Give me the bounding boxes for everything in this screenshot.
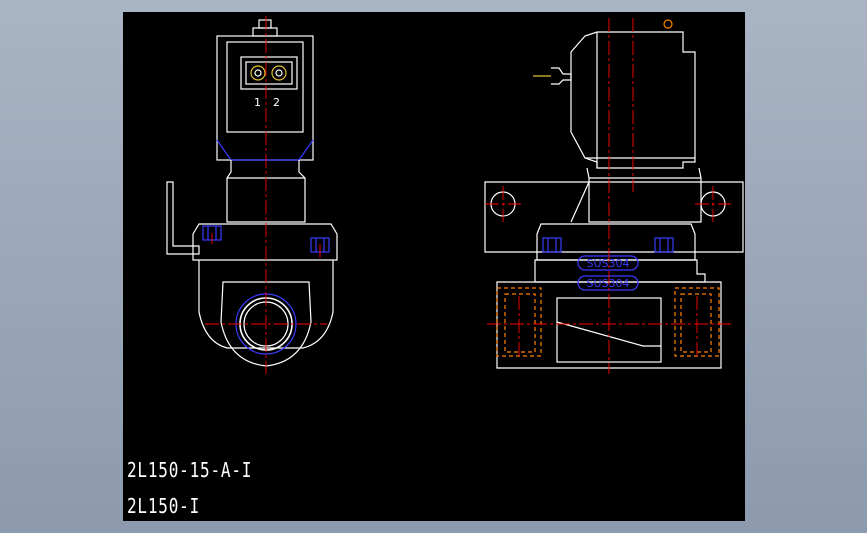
side-bolt-right bbox=[654, 237, 674, 253]
series-label: 2L150-I bbox=[127, 494, 201, 518]
side-centerlines bbox=[485, 18, 733, 374]
pin-1-inner bbox=[254, 69, 262, 77]
pin-2-circle bbox=[271, 65, 287, 81]
connector-pin-2-label: 2 bbox=[273, 96, 280, 109]
pin-1-circle bbox=[250, 65, 266, 81]
connector-pin-1-label: 1 bbox=[254, 96, 261, 109]
front-view: 1 2 bbox=[166, 16, 338, 374]
mounting-bracket bbox=[484, 181, 744, 253]
material-stamp-2: SUS304 bbox=[586, 277, 629, 290]
model-label: 2L150-15-A-I bbox=[127, 458, 253, 482]
side-neck-taper bbox=[570, 181, 590, 223]
side-view: SUS304 SUS304 bbox=[484, 18, 744, 374]
coil-housing-outline bbox=[216, 35, 314, 161]
connector-inner bbox=[245, 61, 293, 85]
material-stamp-1: SUS304 bbox=[586, 257, 629, 270]
cad-viewport[interactable]: 1 2 SUS304 SUS304 2L150-15-A-I 2L150-I bbox=[123, 12, 745, 521]
side-neck bbox=[586, 167, 702, 223]
terminal-ring bbox=[663, 19, 673, 29]
side-bolt-left bbox=[542, 237, 562, 253]
top-screw bbox=[258, 19, 272, 29]
pin-2-inner bbox=[275, 69, 283, 77]
top-nut bbox=[252, 27, 278, 37]
valve-drawing: 1 2 SUS304 SUS304 bbox=[166, 16, 744, 374]
terminal-plug bbox=[551, 67, 572, 85]
front-centerlines bbox=[205, 16, 327, 374]
manual-lever bbox=[166, 181, 200, 255]
coil-bottom-chamfer bbox=[216, 139, 314, 161]
coil-inner-outline bbox=[226, 41, 304, 133]
